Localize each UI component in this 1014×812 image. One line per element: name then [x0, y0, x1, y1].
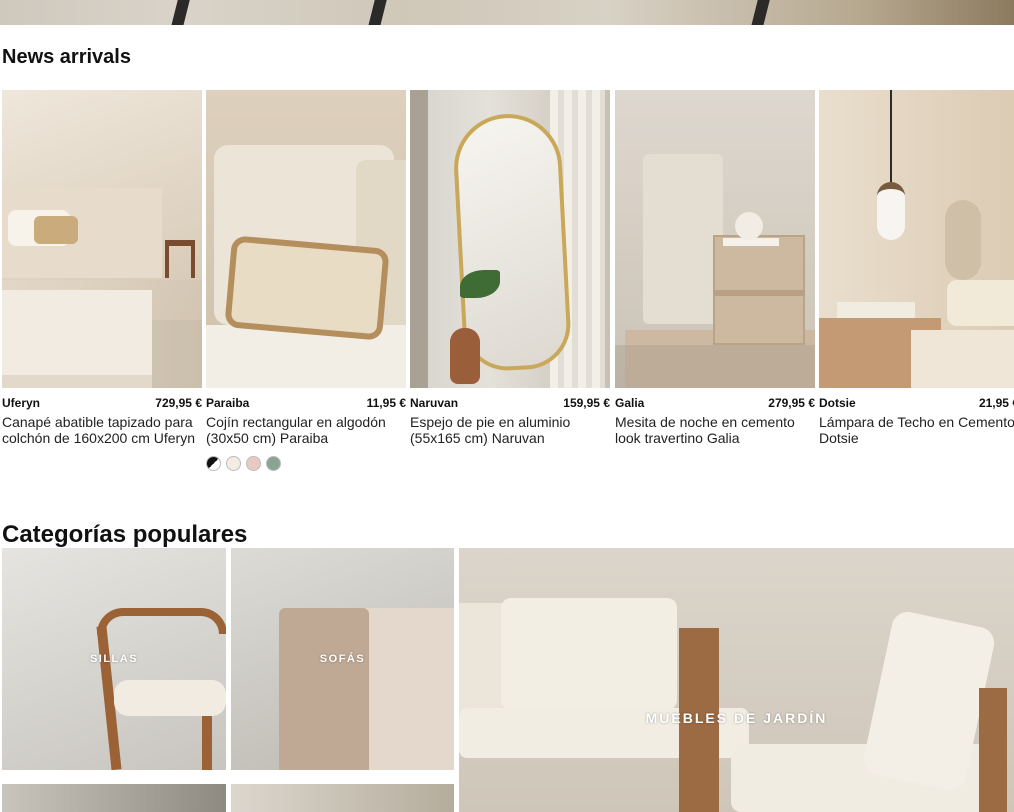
category-tile-sofas[interactable]: SOFÁS [231, 548, 454, 770]
category-label: SOFÁS [319, 653, 366, 665]
product-card-naruvan[interactable]: Naruvan 159,95 € Espejo de pie en alumin… [410, 90, 610, 446]
product-card-galia[interactable]: Galia 279,95 € Mesita de noche en cement… [615, 90, 815, 446]
product-price: 729,95 € [155, 396, 202, 410]
product-image[interactable] [819, 90, 1014, 388]
news-arrivals-title: News arrivals [2, 46, 131, 68]
product-image[interactable] [2, 90, 202, 388]
product-description[interactable]: Cojín rectangular en algodón (30x50 cm) … [206, 414, 406, 446]
product-price: 21,95 € [978, 396, 1014, 410]
product-name[interactable]: Naruvan [410, 396, 458, 410]
popular-categories-title: Categorías populares [2, 521, 248, 548]
category-tile[interactable] [231, 784, 454, 812]
category-tile[interactable] [2, 784, 226, 812]
product-description[interactable]: Espejo de pie en aluminio (55x165 cm) Na… [410, 414, 610, 446]
product-description[interactable]: Mesita de noche en cemento look traverti… [615, 414, 815, 446]
product-image[interactable] [410, 90, 610, 388]
product-price: 159,95 € [563, 396, 610, 410]
product-price: 279,95 € [768, 396, 815, 410]
table-leg-decoration [170, 0, 192, 25]
product-name[interactable]: Dotsie [819, 396, 856, 410]
table-leg-decoration [750, 0, 772, 25]
category-label: MUEBLES DE JARDÍN [645, 710, 828, 726]
swatch-black[interactable] [206, 456, 221, 471]
product-image[interactable] [615, 90, 815, 388]
category-tile-muebles-de-jardin[interactable]: MUEBLES DE JARDÍN [459, 548, 1014, 812]
category-tile-sillas[interactable]: SILLAS [2, 548, 226, 770]
product-card-uferyn[interactable]: Uferyn 729,95 € Canapé abatible tapizado… [2, 90, 202, 446]
swatch-pink[interactable] [246, 456, 261, 471]
table-leg-decoration [367, 0, 389, 25]
product-name[interactable]: Galia [615, 396, 644, 410]
hero-banner-bottom[interactable] [0, 0, 1014, 25]
product-name[interactable]: Paraiba [206, 396, 249, 410]
swatch-ivory[interactable] [226, 456, 241, 471]
product-image[interactable] [206, 90, 406, 388]
color-swatches [206, 456, 406, 471]
product-description[interactable]: Lámpara de Techo en Cemento Dotsie [819, 414, 1014, 446]
product-name[interactable]: Uferyn [2, 396, 40, 410]
swatch-green[interactable] [266, 456, 281, 471]
product-description[interactable]: Canapé abatible tapizado para colchón de… [2, 414, 202, 446]
category-label: SILLAS [89, 653, 139, 665]
product-card-dotsie[interactable]: Dotsie 21,95 € Lámpara de Techo en Cemen… [819, 90, 1014, 446]
product-card-paraiba[interactable]: Paraiba 11,95 € Cojín rectangular en alg… [206, 90, 406, 471]
product-price: 11,95 € [366, 396, 406, 410]
